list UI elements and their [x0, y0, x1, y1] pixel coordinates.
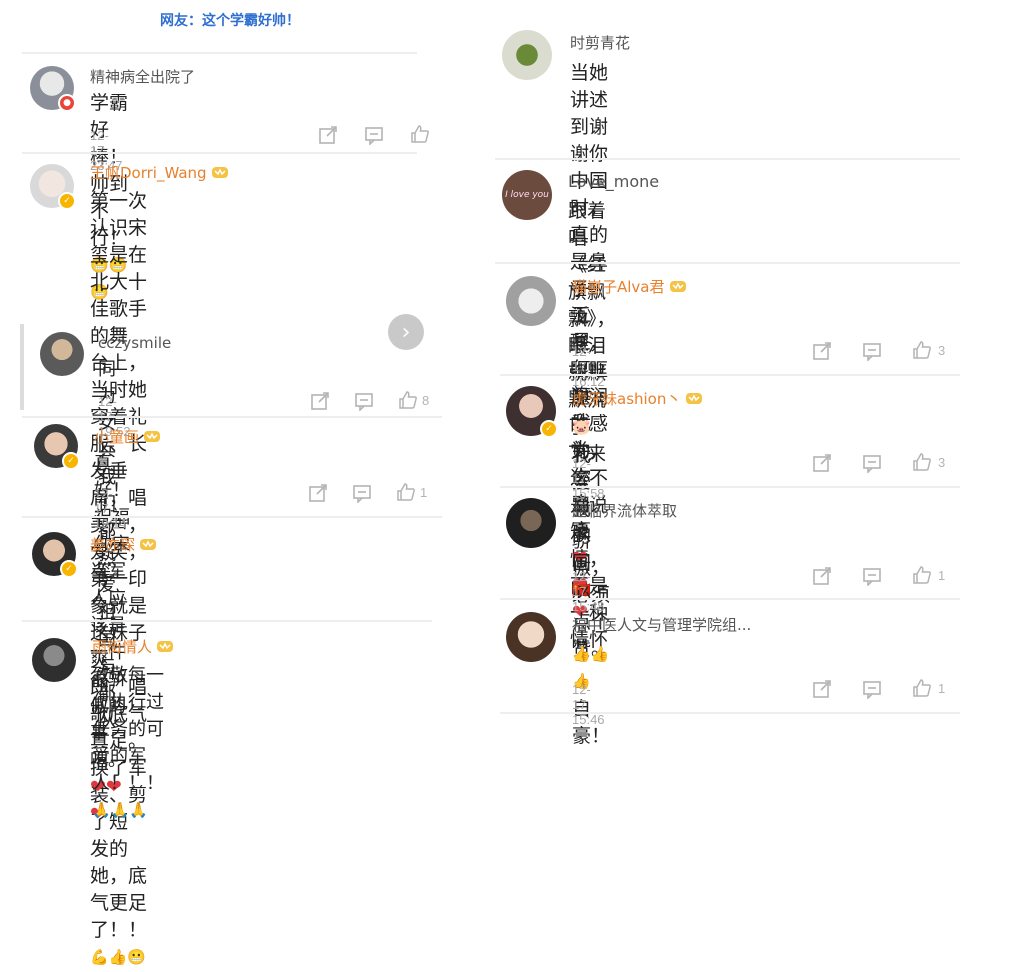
divider — [500, 712, 960, 714]
crown-badge-icon — [685, 391, 703, 405]
comment-time: 12-17 15:58 — [572, 456, 605, 501]
emoji: 🙏🙏🙏 — [92, 801, 149, 819]
like-button[interactable]: 8 — [398, 390, 429, 410]
divider — [22, 620, 432, 622]
repost-icon[interactable] — [812, 566, 832, 586]
comment-time: 12-17 15:46 — [572, 682, 605, 727]
crown-badge-icon — [669, 279, 687, 293]
crown-badge-icon — [211, 165, 229, 179]
avatar[interactable] — [502, 30, 552, 80]
comment-icon[interactable] — [862, 453, 882, 473]
verified-badge-icon: ✓ — [62, 452, 80, 470]
avatar[interactable]: ● — [30, 66, 76, 112]
comment-icon[interactable] — [862, 566, 882, 586]
avatar[interactable]: ✓ — [32, 532, 78, 578]
verified-badge-icon: ✓ — [540, 420, 558, 438]
like-icon — [913, 566, 931, 584]
verified-badge-icon: ● — [58, 94, 76, 112]
verified-badge-icon: ✓ — [58, 192, 76, 210]
comment-author[interactable]: 王帆Dorri_Wang — [90, 162, 229, 183]
repost-icon[interactable] — [308, 483, 328, 503]
like-button[interactable]: 1 — [912, 678, 945, 698]
like-button[interactable]: 3 — [912, 340, 945, 360]
divider — [500, 598, 960, 600]
comment-author[interactable]: 超临界流体萃取 — [572, 500, 677, 521]
divider — [500, 374, 960, 376]
avatar[interactable] — [506, 612, 556, 662]
like-icon — [913, 679, 931, 697]
like-icon — [913, 341, 931, 359]
avatar[interactable]: ✓ — [34, 424, 80, 470]
like-button[interactable]: 3 — [912, 452, 945, 472]
like-count: 3 — [938, 454, 946, 470]
comment-icon[interactable] — [352, 483, 372, 503]
like-icon — [397, 483, 415, 501]
comment-icon[interactable] — [862, 341, 882, 361]
comment-author[interactable]: 猫崽子Alva君 — [572, 276, 687, 297]
avatar[interactable] — [506, 276, 556, 326]
repost-icon[interactable] — [310, 391, 330, 411]
repost-icon[interactable] — [812, 453, 832, 473]
comment-author[interactable]: 小童画 — [94, 426, 161, 447]
divider — [500, 486, 960, 488]
comment-author[interactable]: cczysmile — [98, 334, 171, 352]
repost-icon[interactable] — [812, 341, 832, 361]
verified-badge-icon: ✓ — [60, 560, 78, 578]
avatar[interactable] — [32, 638, 76, 682]
divider — [495, 158, 960, 160]
crown-badge-icon — [143, 429, 161, 443]
comment-icon[interactable] — [354, 391, 374, 411]
comment-author[interactable]: Love_mone — [568, 172, 659, 191]
divider — [22, 52, 417, 54]
chevron-right-icon[interactable]: › — [388, 314, 424, 350]
comment-author[interactable]: 精神病全出院了 — [90, 66, 195, 87]
like-count: 1 — [420, 484, 428, 500]
like-button[interactable]: 1 — [912, 565, 945, 585]
divider — [22, 152, 417, 154]
like-count: 1 — [938, 680, 946, 696]
emoji: 🐷 — [572, 418, 591, 436]
divider — [22, 416, 442, 418]
avatar[interactable]: ✓ — [30, 164, 76, 210]
avatar[interactable] — [506, 498, 556, 548]
comment-time: 12-17 15:48 — [572, 569, 605, 614]
comment-text: 致敬每一位执行过任务的可爱的军 人！！！🙏🙏🙏 — [92, 662, 164, 825]
reply-thread-bar — [20, 324, 24, 410]
avatar[interactable]: I love you — [502, 170, 552, 220]
comment-author[interactable]: 虎牙妹ashion丶 — [572, 388, 703, 409]
divider — [22, 516, 442, 518]
avatar[interactable] — [40, 332, 84, 376]
emoji: 💪👍😬 — [90, 948, 147, 966]
comment-time: 12-17 19:14 — [94, 486, 127, 531]
repost-icon[interactable] — [812, 679, 832, 699]
comment-author[interactable]: 雨街情人 — [92, 636, 174, 657]
comment-author[interactable]: 福中医人文与管理学院组... — [572, 614, 751, 635]
comment-time: 12-17 16:12 — [572, 344, 605, 389]
like-icon — [913, 453, 931, 471]
like-button[interactable]: 1 — [396, 482, 427, 502]
like-count: 8 — [422, 392, 430, 408]
like-icon[interactable] — [410, 124, 430, 144]
page-caption: 网友：这个学霸好帅！ — [160, 13, 300, 29]
crown-badge-icon — [139, 537, 157, 551]
like-count: 3 — [938, 342, 946, 358]
comment-icon[interactable] — [364, 125, 384, 145]
repost-icon[interactable] — [318, 125, 338, 145]
comment-author[interactable]: 时剪青花 — [570, 32, 630, 53]
avatar[interactable]: ✓ — [506, 386, 558, 438]
crown-badge-icon — [156, 639, 174, 653]
comment-author[interactable]: 姜亦琛 — [90, 534, 157, 555]
comment-icon[interactable] — [862, 679, 882, 699]
divider — [495, 262, 960, 264]
like-count: 1 — [938, 567, 946, 583]
like-icon — [399, 391, 417, 409]
